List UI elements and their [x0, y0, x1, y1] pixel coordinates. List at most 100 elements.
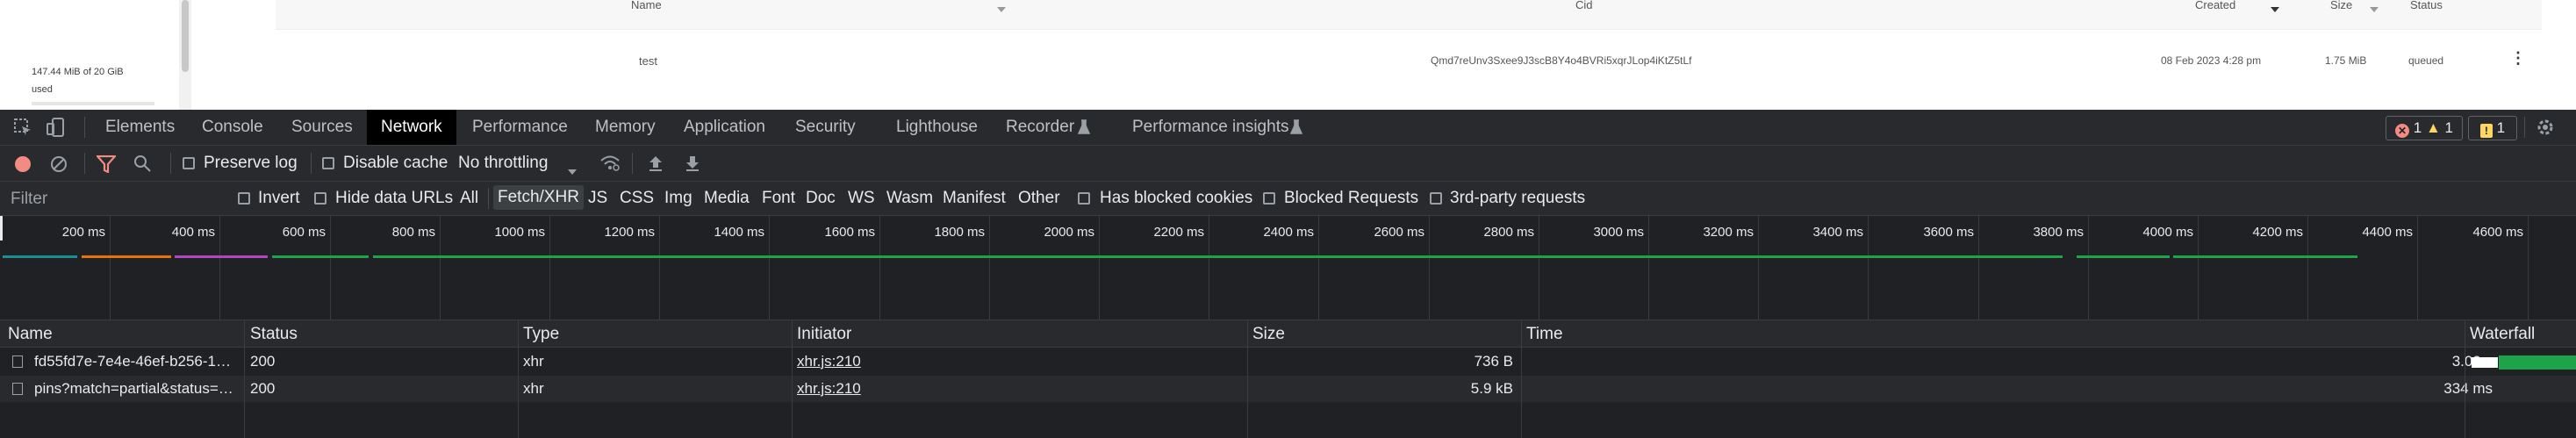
error-count: 1	[2413, 119, 2422, 136]
request-type: xhr	[523, 380, 544, 397]
hide-data-urls-checkbox[interactable]	[314, 192, 326, 205]
table-row[interactable]: pins?match=partial&status=queued 200 xhr…	[0, 376, 2576, 402]
table-row[interactable]: fd55fd7e-7e4e-46ef-b256-1b7ad3e0e8a4 200…	[0, 348, 2576, 375]
column-divider[interactable]	[1247, 320, 1248, 438]
col-waterfall[interactable]: Waterfall	[2470, 325, 2535, 344]
request-initiator-link[interactable]: xhr.js:210	[797, 380, 861, 398]
type-filter-css[interactable]: CSS	[620, 189, 654, 208]
sidebar-scrollbar[interactable]	[179, 0, 191, 110]
column-divider[interactable]	[518, 320, 519, 438]
blocked-requests-checkbox[interactable]	[1263, 192, 1275, 205]
tab-network[interactable]: Network	[367, 110, 456, 145]
overview-gridline	[659, 216, 660, 320]
throttling-select[interactable]: No throttling	[458, 154, 548, 173]
request-time: 3.09 s	[2451, 353, 2493, 370]
col-initiator[interactable]: Initiator	[797, 325, 851, 344]
network-overview-timeline[interactable]: 200 ms 400 ms 600 ms 800 ms 1000 ms 1200 ms 14…	[0, 216, 2576, 320]
row-size: 1.75 MiB	[2325, 54, 2367, 67]
third-party-checkbox[interactable]	[1430, 192, 1442, 205]
record-icon[interactable]	[14, 155, 32, 178]
filter-icon[interactable]	[95, 154, 118, 178]
overview-request-bar	[2173, 255, 2357, 258]
tab-performance-insights[interactable]: Performance insights	[1132, 110, 1288, 145]
export-har-icon[interactable]	[685, 154, 700, 177]
request-name[interactable]: fd55fd7e-7e4e-46ef-b256-1b7ad3e0e8a4	[34, 353, 234, 370]
col-size[interactable]: Size	[1252, 325, 1285, 344]
col-status[interactable]: Status	[250, 325, 298, 344]
tab-console[interactable]: Console	[202, 110, 263, 145]
type-filter-fetch-xhr[interactable]: Fetch/XHR	[493, 185, 584, 210]
filter-input[interactable]: Filter	[11, 190, 47, 209]
request-name[interactable]: pins?match=partial&status=queued	[34, 380, 234, 398]
divider	[170, 153, 171, 174]
request-time: 334 ms	[2443, 380, 2493, 397]
disable-cache-checkbox[interactable]	[322, 157, 334, 169]
overview-request-bar	[272, 255, 369, 258]
overview-tick-label: 2400 ms	[1263, 225, 1314, 240]
col-status-header[interactable]: Status	[2410, 0, 2443, 11]
tab-memory[interactable]: Memory	[595, 110, 656, 145]
gear-icon[interactable]	[2535, 117, 2556, 143]
clear-icon[interactable]	[50, 155, 68, 178]
requests-table-header: Name Status Type Initiator Size Time Wat…	[0, 320, 2576, 348]
invert-checkbox[interactable]	[238, 192, 250, 205]
console-errors-badge[interactable]: ✕ 1 ▲ 1	[2386, 116, 2463, 140]
request-status: 200	[250, 380, 276, 397]
import-har-icon[interactable]	[648, 154, 664, 177]
tab-security[interactable]: Security	[795, 110, 856, 145]
request-initiator-link[interactable]: xhr.js:210	[797, 353, 861, 370]
type-filter-all[interactable]: All	[460, 189, 478, 208]
scrollbar-thumb[interactable]	[182, 0, 189, 72]
sort-name-icon[interactable]	[997, 2, 1006, 15]
has-blocked-cookies-checkbox[interactable]	[1078, 192, 1090, 205]
type-filter-font[interactable]: Font	[762, 189, 795, 208]
overview-tick-label: 600 ms	[282, 225, 326, 240]
table-row[interactable]: test Qmd7reUnv3Sxee9J3scB8Y4o4BVRi5xqrJL…	[276, 30, 2542, 93]
column-divider[interactable]	[1521, 320, 1522, 438]
tab-sources[interactable]: Sources	[291, 110, 353, 145]
preserve-log-label: Preserve log	[204, 154, 298, 172]
column-divider[interactable]	[244, 320, 245, 438]
col-size-header[interactable]: Size	[2330, 0, 2352, 11]
row-created: 08 Feb 2023 4:28 pm	[2161, 54, 2262, 67]
type-filter-manifest[interactable]: Manifest	[943, 189, 1006, 208]
col-cid-header[interactable]: Cid	[1575, 0, 1593, 11]
overview-start-handle[interactable]	[0, 216, 3, 241]
column-divider[interactable]	[792, 320, 793, 438]
storage-used-suffix: used	[32, 84, 53, 95]
issues-badge[interactable]: ! 1	[2468, 116, 2517, 140]
type-filter-wasm[interactable]: Wasm	[886, 189, 933, 208]
inspect-element-icon[interactable]	[13, 118, 32, 142]
type-filter-other[interactable]: Other	[1018, 189, 1060, 208]
sort-created-icon[interactable]	[2271, 2, 2279, 15]
type-filter-img[interactable]: Img	[664, 189, 692, 208]
col-name-header[interactable]: Name	[631, 0, 662, 11]
type-filter-doc[interactable]: Doc	[806, 189, 836, 208]
device-toolbar-icon[interactable]	[46, 117, 67, 143]
search-icon[interactable]	[133, 154, 151, 177]
overview-tick-label: 2200 ms	[1153, 225, 1204, 240]
has-blocked-cookies-label: Has blocked cookies	[1100, 189, 1253, 207]
overview-tick-label: 200 ms	[61, 225, 105, 240]
chevron-down-icon[interactable]	[568, 161, 577, 180]
network-conditions-icon[interactable]	[599, 154, 621, 177]
type-filter-media[interactable]: Media	[704, 189, 750, 208]
tab-performance[interactable]: Performance	[472, 110, 568, 145]
sort-size-icon[interactable]	[2370, 2, 2379, 15]
type-filter-js[interactable]: JS	[588, 189, 607, 208]
overview-gridline	[549, 216, 550, 320]
col-name[interactable]: Name	[8, 325, 53, 344]
overview-gridline	[1868, 216, 1869, 320]
col-created-header[interactable]: Created	[2195, 0, 2235, 11]
col-time[interactable]: Time	[1526, 325, 1563, 344]
row-menu-icon[interactable]: ⋮	[2510, 49, 2526, 68]
col-type[interactable]: Type	[523, 325, 559, 344]
divider	[311, 153, 312, 174]
tab-application[interactable]: Application	[684, 110, 765, 145]
type-filter-ws[interactable]: WS	[848, 189, 875, 208]
tab-recorder[interactable]: Recorder	[1006, 110, 1074, 145]
preserve-log-checkbox[interactable]	[183, 157, 195, 169]
tab-lighthouse[interactable]: Lighthouse	[896, 110, 978, 145]
tab-elements[interactable]: Elements	[105, 110, 175, 145]
overview-request-bar	[373, 255, 2063, 258]
